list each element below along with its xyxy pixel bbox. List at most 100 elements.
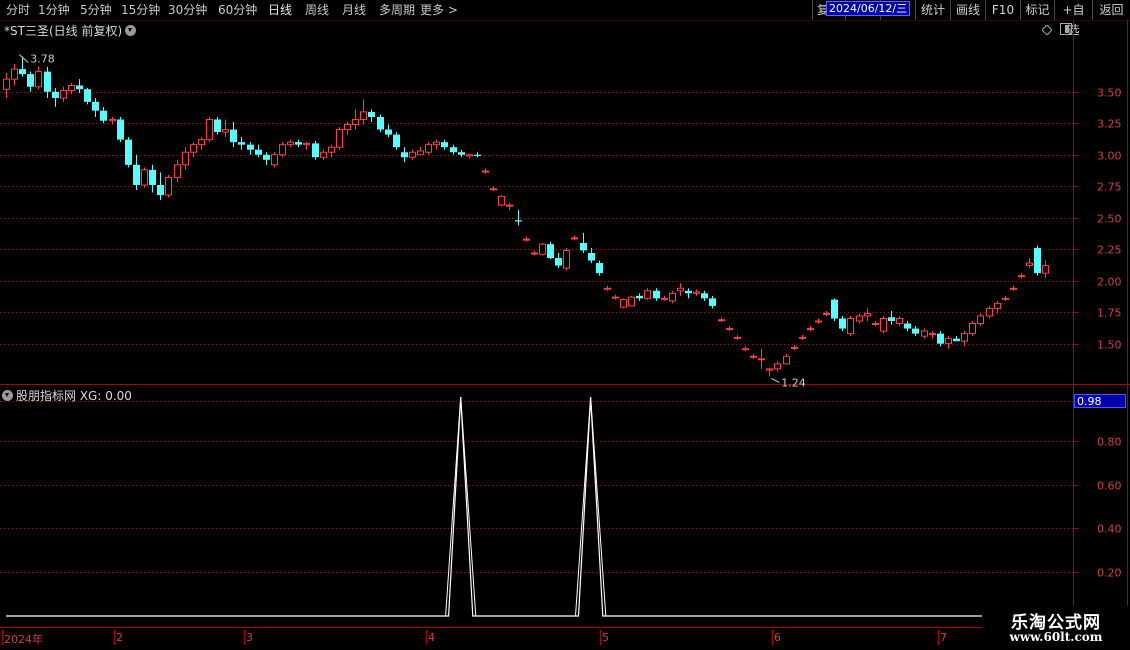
candle-body-up bbox=[604, 287, 611, 290]
candle-body-up bbox=[1042, 265, 1049, 274]
candle-body-up bbox=[612, 296, 619, 299]
indicator-tick-label: 0.80 bbox=[1097, 436, 1122, 449]
candle-body-up bbox=[11, 68, 18, 80]
candle-body-up bbox=[961, 333, 968, 342]
date-label-0: 2024年 bbox=[4, 633, 43, 646]
candle-body-up bbox=[1018, 275, 1025, 278]
date-label-4: 5 bbox=[602, 631, 609, 644]
candle-body-up bbox=[352, 118, 359, 126]
toolbar-button-8[interactable]: 返回 bbox=[1092, 0, 1130, 20]
candle-body-up bbox=[661, 297, 668, 300]
candle-body-up bbox=[969, 323, 976, 335]
price-tick-label: 1.50 bbox=[1097, 339, 1122, 352]
price-tick-label: 3.00 bbox=[1097, 150, 1122, 163]
price-tick-label: 3.50 bbox=[1097, 87, 1122, 100]
candle-body-up bbox=[880, 317, 887, 332]
candle-body-down bbox=[831, 299, 838, 319]
candle-body-up bbox=[774, 363, 781, 370]
candle-body-down bbox=[580, 242, 587, 251]
candle-body-up bbox=[1010, 287, 1017, 290]
date-label-1: 2 bbox=[116, 631, 123, 644]
candle-body-up bbox=[498, 195, 505, 206]
candle-body-up bbox=[482, 170, 489, 173]
candle-body-down bbox=[52, 91, 59, 99]
candle-body-up bbox=[847, 317, 854, 335]
candle-body-up bbox=[977, 315, 984, 325]
date-tick bbox=[114, 630, 115, 645]
candle-body-up bbox=[35, 71, 42, 88]
candle-body-down bbox=[312, 143, 319, 158]
date-axis: 2024年 2 3 4 5 6 7 bbox=[0, 630, 980, 646]
candle-body-down bbox=[377, 116, 384, 130]
period-tab-7[interactable]: 周线 bbox=[305, 2, 329, 18]
candle-body-up bbox=[750, 355, 757, 358]
candle-body-up bbox=[783, 355, 790, 365]
candle-body-down bbox=[555, 258, 562, 266]
candle-body-up bbox=[856, 315, 863, 322]
date-tick bbox=[2, 630, 3, 645]
diamond-icon[interactable] bbox=[1041, 24, 1053, 36]
panel-layout-icon[interactable] bbox=[1060, 23, 1072, 35]
candle-body-down bbox=[214, 119, 221, 133]
candle-body-down bbox=[888, 317, 895, 322]
toolbar-button-3[interactable]: 统计 bbox=[915, 0, 950, 20]
low-marker-arrow bbox=[771, 377, 780, 383]
candle-body-down bbox=[953, 338, 960, 342]
candle-body-down bbox=[19, 69, 26, 75]
candle-body-up bbox=[823, 312, 830, 315]
candle-body-up bbox=[190, 144, 197, 153]
period-tab-10[interactable]: 更多 > bbox=[420, 2, 458, 18]
period-tab-1[interactable]: 1分钟 bbox=[38, 2, 70, 18]
toolbar-button-4[interactable]: 画线 bbox=[950, 0, 985, 20]
candle-body-up bbox=[417, 150, 424, 156]
chevron-down-icon[interactable] bbox=[2, 390, 13, 401]
candle-body-down bbox=[709, 298, 716, 306]
period-tab-0[interactable]: 分时 bbox=[6, 2, 30, 18]
indicator-title: 股朋指标网 XG: 0.00 bbox=[16, 389, 132, 403]
stock-title: *ST三圣(日线 前复权) bbox=[4, 24, 123, 38]
toolbar-button-5[interactable]: F10 bbox=[985, 0, 1020, 20]
indicator-panel-title[interactable]: 股朋指标网 XG: 0.00 bbox=[2, 387, 132, 404]
toolbar-button-6[interactable]: 标记 bbox=[1020, 0, 1054, 20]
candle-body-up bbox=[799, 336, 806, 339]
candle-body-up bbox=[490, 188, 497, 191]
toolbar-button-7[interactable]: +自选 bbox=[1054, 0, 1092, 37]
candle-body-down bbox=[839, 318, 846, 329]
candle-body-up bbox=[620, 299, 627, 308]
candle-body-down bbox=[84, 89, 91, 102]
candle-body-up bbox=[693, 291, 700, 294]
site-watermark: 乐淘公式网 www.60lt.com bbox=[982, 606, 1130, 650]
candle-body-up bbox=[734, 336, 741, 339]
candle-body-down bbox=[1034, 247, 1041, 274]
period-tab-2[interactable]: 5分钟 bbox=[80, 2, 112, 18]
candle-body-down bbox=[149, 169, 156, 185]
candle-body-up bbox=[165, 176, 172, 196]
candle-body-up bbox=[531, 252, 538, 255]
candle-body-up bbox=[807, 328, 814, 331]
candle-body-up bbox=[563, 249, 570, 269]
period-tab-8[interactable]: 月线 bbox=[342, 2, 366, 18]
chevron-down-icon[interactable] bbox=[125, 25, 137, 36]
candle-body-down bbox=[458, 152, 465, 155]
candle-body-down bbox=[100, 110, 107, 121]
main-panel-title[interactable]: *ST三圣(日线 前复权) bbox=[4, 22, 137, 39]
period-tab-5[interactable]: 60分钟 bbox=[218, 2, 257, 18]
indicator-tick-label: 0.20 bbox=[1097, 567, 1122, 580]
period-tab-9[interactable]: 多周期 bbox=[379, 2, 415, 18]
candle-body-down bbox=[588, 252, 595, 261]
period-tab-6[interactable]: 日线 bbox=[268, 2, 292, 18]
period-tab-3[interactable]: 15分钟 bbox=[121, 2, 160, 18]
period-tab-4[interactable]: 30分钟 bbox=[168, 2, 207, 18]
price-tick-label: 2.25 bbox=[1097, 244, 1122, 257]
candle-body-down bbox=[76, 85, 83, 90]
price-tick-label: 3.25 bbox=[1097, 118, 1122, 131]
indicator-tick-label: 0.40 bbox=[1097, 523, 1122, 536]
candle-body-up bbox=[328, 146, 335, 153]
low-marker-label: 1.24 bbox=[781, 376, 806, 389]
candle-body-up bbox=[433, 141, 440, 146]
date-cursor-label: 2024/06/12/三 bbox=[826, 1, 911, 16]
candle-body-down bbox=[596, 263, 603, 274]
candle-body-down bbox=[904, 323, 911, 329]
date-tick bbox=[772, 630, 773, 645]
chart-canvas: 3.50 3.25 3.00 2.75 2.50 2.25 2.00 1.75 1.50 3.78… bbox=[0, 20, 1130, 628]
